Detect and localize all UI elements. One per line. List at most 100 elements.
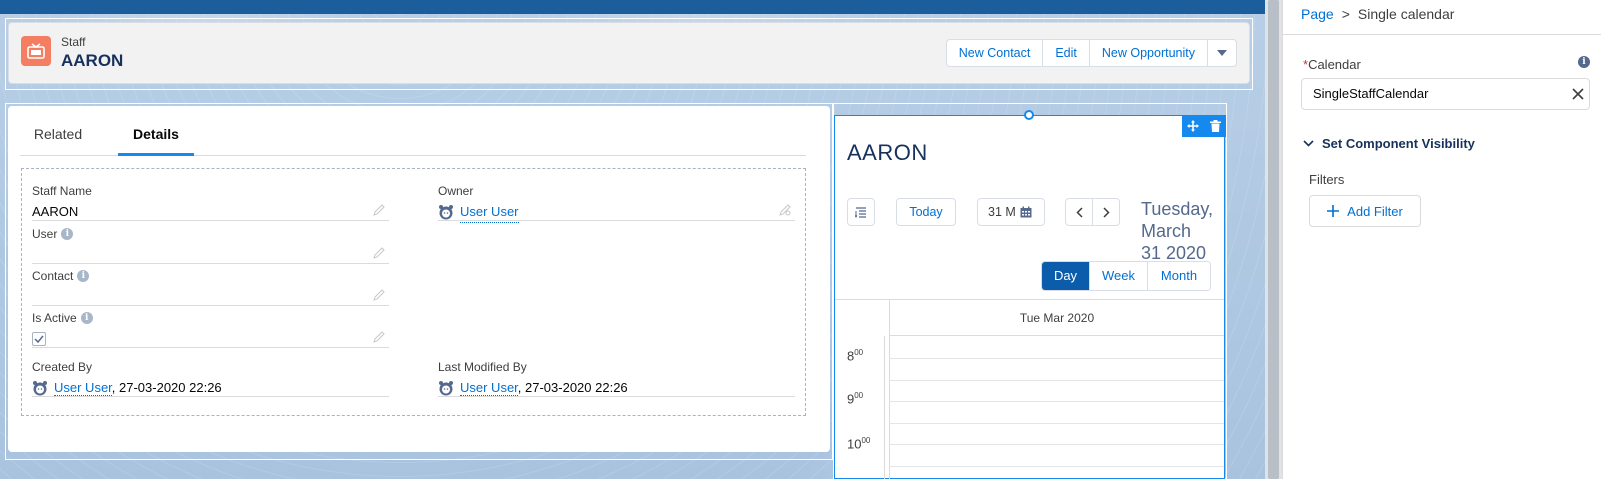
calendar-combobox[interactable]: SingleStaffCalendar [1301,78,1590,110]
chevron-left-icon [1075,206,1083,218]
field-contact: Contact i [32,268,389,306]
day-grid: Tue Mar 2020 800 900 1000 [835,299,1224,479]
field-value: User User [438,202,795,223]
component-controls [1182,115,1226,137]
field-staff-name: Staff Name AARON [32,183,389,221]
visibility-heading: Set Component Visibility [1322,136,1475,151]
delete-icon[interactable] [1209,120,1221,132]
breadcrumb-current: Single calendar [1357,6,1455,22]
minute-text: 00 [861,436,871,445]
time-label-10: 1000 [847,436,870,451]
calendar-label-text: Calendar [1308,57,1361,72]
move-icon[interactable] [1187,120,1200,132]
field-value: User User, 27-03-2020 22:26 [438,378,795,398]
new-opportunity-button[interactable]: New Opportunity [1090,40,1208,66]
pencil-icon[interactable] [373,289,385,301]
minute-text: 00 [854,348,864,357]
hour-line [889,466,1224,467]
user-avatar-icon [439,205,453,220]
user-avatar-icon [33,381,47,396]
calendar-title: AARON [847,140,928,165]
tv-icon [27,43,45,59]
tab-related[interactable]: Related [20,118,96,156]
minute-text: 00 [854,391,864,400]
new-contact-button[interactable]: New Contact [947,40,1044,66]
sort-list-icon [855,207,866,218]
breadcrumb-page-link[interactable]: Page [1301,6,1334,22]
half-hour-line [889,444,1224,445]
hour-line [889,423,1224,424]
plus-icon [1327,205,1340,217]
canvas-top-strip [0,0,1265,14]
day-column-header: Tue Mar 2020 [889,300,1224,336]
current-date-heading: Tuesday, March 31 2020 [1141,198,1221,264]
chevron-right-icon [1102,206,1110,218]
modified-by-user-link[interactable]: User User [460,380,518,396]
breadcrumb: Page > Single calendar [1301,6,1454,22]
today-button[interactable]: Today [896,198,956,226]
field-owner: Owner User User [438,183,795,223]
date-picker-value: 31 M [988,205,1016,219]
created-date: , 27-03-2020 22:26 [111,380,222,395]
field-label: User i [32,226,389,242]
date-picker-input[interactable]: 31 M [977,198,1045,226]
record-tabs: Related Details [20,118,806,156]
calendar-list-button[interactable] [847,198,875,226]
field-value: User User, 27-03-2020 22:26 [32,378,389,398]
edit-button[interactable]: Edit [1043,40,1090,66]
canvas-scrollbar-thumb[interactable] [1268,0,1279,479]
close-icon[interactable] [1570,86,1586,102]
pencil-icon[interactable] [373,247,385,259]
change-owner-icon[interactable] [779,204,791,216]
modified-date: , 27-03-2020 22:26 [517,380,628,395]
field-created-by: Created By User User, 27-03-2020 22:26 [32,359,389,397]
field-value: AARON [32,204,79,219]
info-icon[interactable]: i [61,228,74,240]
field-label-text: User [32,227,58,241]
add-filter-button[interactable]: Add Filter [1309,195,1421,227]
object-type-label: Staff [61,35,86,49]
grid-divider [884,336,885,479]
chevron-down-icon [1217,50,1227,56]
details-section: Staff Name AARON Owner User User User i [21,168,806,416]
insert-component-handle[interactable] [1024,110,1034,120]
more-actions-button[interactable] [1208,40,1236,66]
breadcrumb-separator: > [1341,6,1350,22]
hour-text: 10 [847,436,862,452]
field-value [32,329,389,349]
field-label-text: Is Active [32,311,77,325]
record-name: AARON [61,51,124,70]
staff-object-icon [21,36,51,66]
calendar-icon [1020,206,1032,218]
day-view-button[interactable]: Day [1042,262,1090,290]
chevron-down-icon [1303,140,1314,147]
pencil-icon[interactable] [373,204,385,216]
month-view-button[interactable]: Month [1148,262,1210,290]
info-icon[interactable]: i [77,270,90,282]
field-label-text: Contact [32,269,74,283]
field-label: Contact i [32,268,389,284]
tab-details[interactable]: Details [118,118,194,156]
panel-divider [1283,34,1601,35]
owner-link[interactable]: User User [460,202,519,223]
week-view-button[interactable]: Week [1090,262,1148,290]
field-label: Is Active i [32,310,389,326]
field-value [32,287,389,307]
field-user: User i [32,226,389,264]
checkmark-icon [34,335,44,343]
field-label: Created By [32,360,93,374]
calendar-card[interactable]: AARON Today 31 M Tuesday, March 31 2020 … [834,115,1225,479]
time-label-9: 900 [847,391,863,406]
pencil-icon[interactable] [373,331,385,343]
is-active-checkbox [32,332,46,346]
header-action-buttons: New Contact Edit New Opportunity [945,39,1237,67]
component-visibility-toggle[interactable]: Set Component Visibility [1303,136,1475,151]
created-by-user-link[interactable]: User User [54,380,112,396]
info-icon[interactable]: i [80,312,93,324]
info-icon[interactable]: i [1578,56,1590,68]
add-filter-label: Add Filter [1347,203,1403,219]
next-day-button[interactable] [1092,198,1120,226]
previous-day-button[interactable] [1065,198,1093,226]
record-header[interactable]: Staff AARON New Contact Edit New Opportu… [8,22,1250,84]
half-hour-line [889,401,1224,402]
